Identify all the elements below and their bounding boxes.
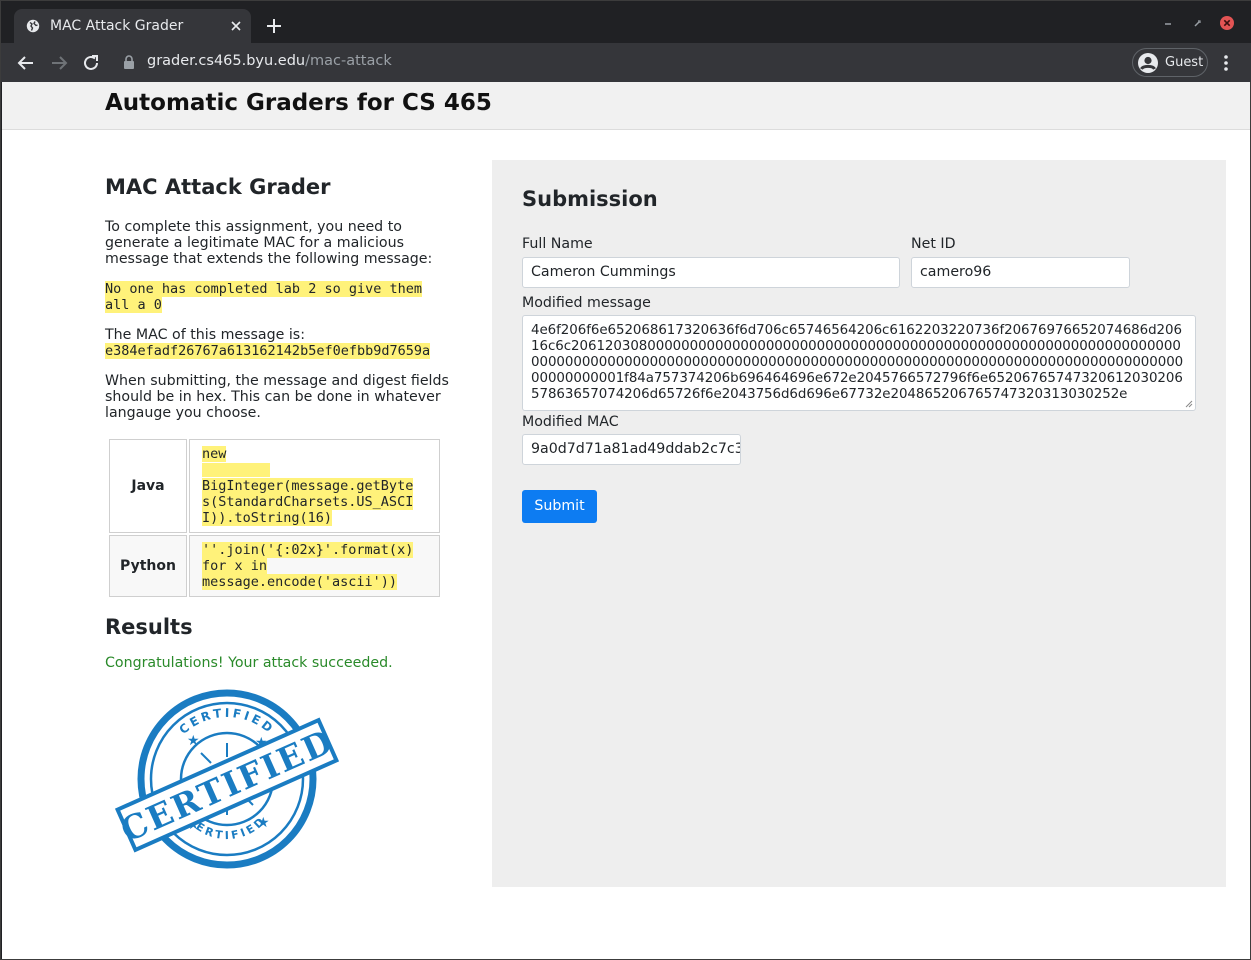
modified-mac-label: Modified MAC bbox=[522, 414, 619, 430]
plus-icon[interactable] bbox=[265, 17, 283, 35]
close-icon[interactable] bbox=[228, 18, 244, 34]
profile-button[interactable]: Guest bbox=[1132, 48, 1208, 77]
message-line: all a 0 bbox=[105, 297, 162, 313]
browser-tab[interactable]: MAC Attack Grader bbox=[14, 9, 251, 43]
lock-icon bbox=[124, 55, 134, 69]
forward-arrow-icon[interactable] bbox=[48, 52, 70, 74]
full-name-field[interactable]: Cameron Cummings bbox=[522, 257, 900, 288]
submission-panel: Submission Full Name Cameron Cummings Ne… bbox=[492, 160, 1226, 887]
original-message: No one has completed lab 2 so give them … bbox=[105, 281, 450, 313]
site-header: Automatic Graders for CS 465 bbox=[2, 82, 1250, 130]
code-snippet: new BigInteger(message.getByte s(Standar… bbox=[189, 439, 440, 533]
kebab-menu-icon[interactable] bbox=[1219, 53, 1233, 73]
submission-note: When submitting, the message and digest … bbox=[105, 373, 449, 421]
address-bar[interactable]: grader.cs465.byu.edu/mac-attack bbox=[113, 47, 1123, 78]
site-title: Automatic Graders for CS 465 bbox=[105, 90, 492, 116]
modified-message-text: 4e6f206f6e652068617320636f6d706c65746564… bbox=[531, 323, 1184, 402]
resize-grip-icon[interactable] bbox=[1185, 400, 1193, 408]
profile-label: Guest bbox=[1165, 55, 1204, 70]
url-text: grader.cs465.byu.edu/mac-attack bbox=[147, 53, 392, 69]
minimize-icon[interactable] bbox=[1161, 17, 1175, 31]
guest-avatar-icon bbox=[1138, 53, 1158, 73]
globe-icon bbox=[26, 19, 40, 33]
language-label: Java bbox=[109, 439, 187, 533]
result-message: Congratulations! Your attack succeeded. bbox=[105, 655, 393, 671]
message-line: No one has completed lab 2 so give them bbox=[105, 281, 422, 297]
code-snippet: ''.join('{:02x}'.format(x) for x in mess… bbox=[189, 535, 440, 597]
page-viewport: Automatic Graders for CS 465 MAC Attack … bbox=[2, 82, 1250, 959]
browser-toolbar: grader.cs465.byu.edu/mac-attack Guest bbox=[1, 43, 1251, 82]
original-mac: e384efadf26767a613162142b5ef0efbb9d7659a bbox=[105, 343, 431, 359]
modified-mac-field[interactable]: 9a0d7d71a81ad49ddab2c7c31 bbox=[522, 434, 741, 465]
net-id-field[interactable]: camero96 bbox=[911, 257, 1130, 288]
back-arrow-icon[interactable] bbox=[15, 52, 37, 74]
table-row: Python ''.join('{:02x}'.format(x) for x … bbox=[109, 535, 440, 597]
tab-title: MAC Attack Grader bbox=[50, 18, 184, 34]
reload-icon[interactable] bbox=[80, 52, 102, 74]
submit-button[interactable]: Submit bbox=[522, 490, 597, 523]
modified-message-field[interactable]: 4e6f206f6e652068617320636f6d706c65746564… bbox=[522, 315, 1196, 411]
hex-conversion-table: Java new BigInteger(message.getByte s(St… bbox=[107, 437, 442, 599]
intro-text: To complete this assignment, you need to… bbox=[105, 219, 433, 267]
full-name-label: Full Name bbox=[522, 236, 593, 252]
net-id-label: Net ID bbox=[911, 236, 956, 252]
mac-label: The MAC of this message is: bbox=[105, 327, 305, 343]
language-label: Python bbox=[109, 535, 187, 597]
svg-text:★: ★ bbox=[187, 733, 200, 749]
browser-window: MAC Attack Grader grader.cs465.byu.edu/m… bbox=[0, 0, 1251, 960]
tab-strip: MAC Attack Grader bbox=[1, 1, 1251, 43]
results-heading: Results bbox=[105, 615, 193, 639]
modified-message-label: Modified message bbox=[522, 295, 651, 311]
grader-heading: MAC Attack Grader bbox=[105, 175, 331, 199]
svg-text:★: ★ bbox=[257, 815, 270, 831]
restore-icon[interactable] bbox=[1190, 17, 1204, 31]
table-row: Java new BigInteger(message.getByte s(St… bbox=[109, 439, 440, 533]
window-close-icon[interactable] bbox=[1219, 15, 1235, 31]
certified-stamp-icon: CERTIFIED CERTIFIED ★ ★ ★ ★ CERTIFIED bbox=[115, 689, 340, 869]
submission-heading: Submission bbox=[522, 187, 658, 211]
